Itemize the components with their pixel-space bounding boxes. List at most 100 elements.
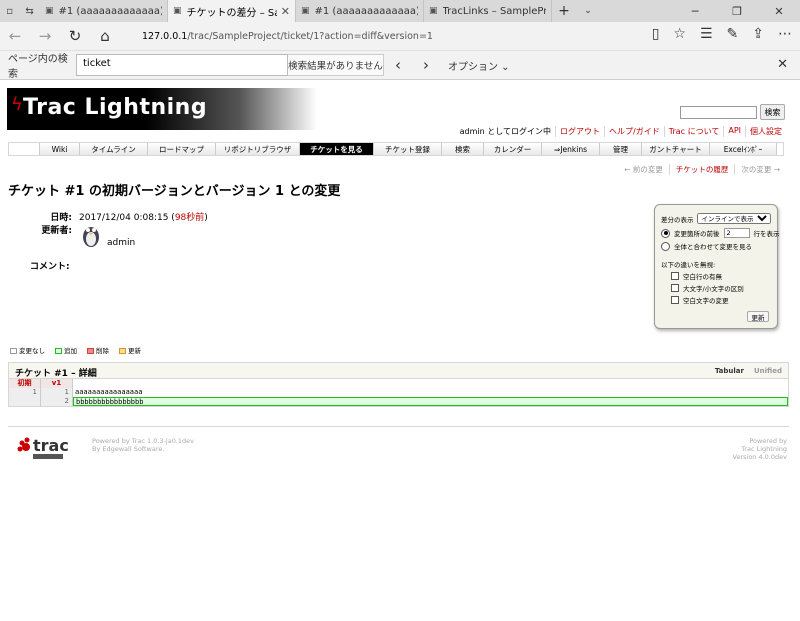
col-new-version[interactable]: v1 bbox=[41, 379, 73, 388]
site-search-input[interactable] bbox=[680, 106, 757, 119]
legend-swatch bbox=[55, 348, 62, 354]
full-view-label: 全体と合わせて変更を見る bbox=[674, 243, 752, 251]
reading-view-icon[interactable]: ▯ bbox=[652, 26, 660, 42]
nav-roadmap[interactable]: ロードマップ bbox=[147, 143, 215, 155]
tab-preview-icon[interactable]: ⇆ bbox=[25, 6, 33, 17]
minimize-icon[interactable]: ─ bbox=[674, 0, 716, 22]
tab-list-chevron-icon[interactable]: ⌄ bbox=[576, 0, 600, 22]
browser-tab-1[interactable]: ▣ #1 (aaaaaaaaaaaaa) – Sample bbox=[40, 0, 168, 22]
nav-browser[interactable]: リポジトリブラウザ bbox=[215, 143, 299, 155]
col-old-version[interactable]: 初期 bbox=[9, 379, 41, 388]
unified-tab[interactable]: Unified bbox=[754, 367, 782, 375]
user-avatar-icon bbox=[83, 227, 99, 247]
context-radio[interactable] bbox=[661, 228, 670, 238]
more-icon[interactable]: ⋯ bbox=[778, 26, 792, 42]
url-field[interactable]: 127.0.0.1/trac/SampleProject/ticket/1?ac… bbox=[128, 25, 648, 47]
diff-legend: 変更なし 追加 削除 更新 bbox=[10, 345, 141, 355]
site-search-button[interactable]: 検索 bbox=[760, 104, 785, 120]
find-label: ページ内の検索 bbox=[8, 54, 68, 80]
line-text: aaaaaaaaaaaaaaaa bbox=[75, 388, 143, 396]
home-icon[interactable]: ⌂ bbox=[90, 27, 120, 45]
refresh-icon[interactable]: ↻ bbox=[60, 27, 90, 45]
close-tab-icon[interactable]: ✕ bbox=[281, 5, 290, 18]
legend-label: 削除 bbox=[96, 347, 109, 355]
ticket-history-link[interactable]: チケットの履歴 bbox=[668, 164, 735, 175]
nav-excel-import[interactable]: Excelｲﾝﾎﾟｰ bbox=[709, 143, 777, 155]
api-link[interactable]: API bbox=[723, 126, 745, 137]
new-tab-button[interactable]: + bbox=[552, 0, 576, 22]
nav-timeline[interactable]: タイムライン bbox=[79, 143, 147, 155]
new-line-number: 2 bbox=[41, 397, 73, 406]
close-window-icon[interactable]: ✕ bbox=[758, 0, 800, 22]
page-title: チケット #1 の初期バージョンとバージョン 1 との変更 bbox=[8, 184, 341, 199]
svg-text:trac: trac bbox=[33, 436, 69, 455]
favorite-star-icon[interactable]: ☆ bbox=[673, 26, 686, 42]
trac-lightning-logo[interactable]: ϟ Trac Lightning bbox=[7, 88, 317, 130]
url-path: /trac/SampleProject/ticket/1?action=diff… bbox=[187, 30, 433, 42]
find-options-button[interactable]: オプション ⌄ bbox=[448, 58, 510, 73]
browser-tab-3[interactable]: ▣ #1 (aaaaaaaaaaaaa) – Sampl bbox=[296, 0, 424, 22]
tab-label: #1 (aaaaaaaaaaaaa) – Sampl bbox=[314, 5, 418, 17]
browser-tab-2[interactable]: ▣ チケットの差分 – SampleF ✕ bbox=[168, 0, 296, 22]
legend-added: 追加 bbox=[55, 345, 77, 355]
preferences-link[interactable]: 個人設定 bbox=[745, 126, 786, 137]
date-ago-link[interactable]: 98秒前 bbox=[175, 213, 204, 223]
help-link[interactable]: ヘルプ/ガイド bbox=[604, 126, 664, 137]
full-view-row: 全体と合わせて変更を見る bbox=[661, 241, 752, 251]
ignore-case-checkbox[interactable] bbox=[671, 284, 679, 292]
view-mode-row: 差分の表示 インラインで表示 bbox=[661, 213, 771, 224]
date-close: ) bbox=[204, 213, 208, 223]
nav-new-ticket[interactable]: チケット登録 bbox=[373, 143, 441, 155]
find-prev-icon[interactable]: ‹ bbox=[384, 56, 412, 74]
legend-label: 更新 bbox=[128, 347, 141, 355]
page-icon: ▣ bbox=[173, 6, 182, 16]
author-name: admin bbox=[107, 238, 136, 248]
next-change-link[interactable]: 次の変更 → bbox=[734, 164, 786, 175]
context-label: 変更箇所の前後 bbox=[674, 230, 720, 238]
nav-jenkins[interactable]: ⇒ Jenkins bbox=[541, 143, 599, 155]
tab-label: チケットの差分 – SampleF bbox=[186, 7, 277, 19]
nav-calendar[interactable]: カレンダー bbox=[483, 143, 541, 155]
browser-toolbar-icons: ▯ ☆ ☰ ✎ ⇪ ⋯ bbox=[652, 26, 792, 42]
find-close-icon[interactable]: ✕ bbox=[777, 57, 788, 72]
footer-powered-by: Powered by Trac 1.0.3-ja0.1dev By Edgewa… bbox=[92, 437, 194, 453]
tab-system-buttons: ▫ ⇆ bbox=[0, 0, 40, 22]
favorites-hub-icon[interactable]: ☰ bbox=[700, 26, 713, 42]
url-host: 127.0.0.1 bbox=[142, 30, 188, 42]
back-arrow-icon[interactable]: ← bbox=[0, 27, 30, 45]
footer-trac-version: Powered by Trac 1.0.3-ja0.1dev bbox=[92, 437, 195, 445]
footer-powered-label: Powered by bbox=[749, 437, 787, 445]
browser-tab-4[interactable]: ▣ TracLinks – SampleProject bbox=[424, 0, 552, 22]
view-mode-select[interactable]: インラインで表示 bbox=[696, 213, 771, 224]
legend-label: 変更なし bbox=[19, 347, 45, 355]
restore-icon[interactable]: ❐ bbox=[716, 0, 758, 22]
share-icon[interactable]: ⇪ bbox=[752, 26, 764, 42]
update-button[interactable]: 更新 bbox=[747, 311, 769, 322]
ignore-blank-lines-checkbox[interactable] bbox=[671, 272, 679, 280]
forward-arrow-icon[interactable]: → bbox=[30, 27, 60, 45]
find-result: 検索結果がありません bbox=[288, 54, 384, 76]
full-view-radio[interactable] bbox=[661, 241, 670, 251]
context-lines-input[interactable]: 2 bbox=[723, 228, 750, 238]
footer-lightning-version: Version 4.0.0dev bbox=[732, 453, 787, 461]
about-link[interactable]: Trac について bbox=[663, 126, 724, 137]
trac-footer-logo[interactable]: trac bbox=[16, 435, 72, 461]
set-aside-tabs-icon[interactable]: ▫ bbox=[6, 6, 13, 17]
footer-lightning-link[interactable]: Trac Lightning bbox=[733, 445, 787, 453]
nav-search[interactable]: 検索 bbox=[441, 143, 483, 155]
ignore-whitespace-checkbox[interactable] bbox=[671, 296, 679, 304]
find-input[interactable]: ticket bbox=[76, 54, 288, 76]
nav-admin[interactable]: 管理 bbox=[599, 143, 641, 155]
nav-jenkins-label: Jenkins bbox=[560, 144, 587, 154]
logout-link[interactable]: ログアウト bbox=[555, 126, 604, 137]
legend-swatch bbox=[10, 348, 17, 354]
tabular-tab[interactable]: Tabular bbox=[715, 367, 744, 375]
nav-view-tickets[interactable]: チケットを見る bbox=[299, 143, 373, 155]
prev-change-link[interactable]: ← 前の変更 bbox=[618, 164, 669, 175]
find-next-icon[interactable]: › bbox=[412, 56, 440, 74]
legend-modified: 更新 bbox=[119, 345, 141, 355]
footer: trac Powered by Trac 1.0.3-ja0.1dev By E… bbox=[8, 426, 789, 461]
nav-wiki[interactable]: Wiki bbox=[39, 143, 79, 155]
web-note-icon[interactable]: ✎ bbox=[727, 26, 739, 42]
nav-gantt[interactable]: ガントチャート bbox=[641, 143, 709, 155]
